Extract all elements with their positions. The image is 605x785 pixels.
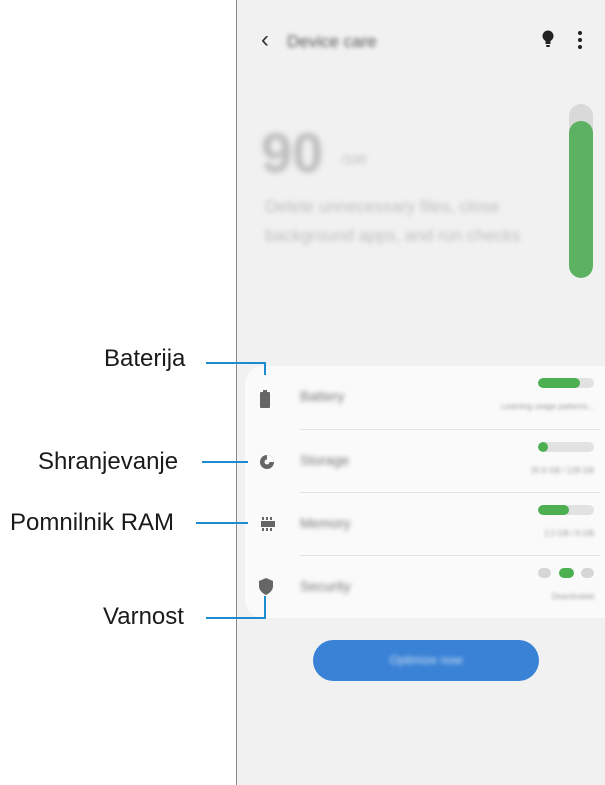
status-dot-active [559,568,574,578]
callout-security: Varnost [103,603,184,630]
lightbulb-icon[interactable] [542,30,554,48]
device-care-screen: ‹ Device care 90 /100 Delete unnecessary… [236,0,605,785]
callout-line-memory [196,522,248,524]
shield-icon [259,578,273,595]
callout-line-security-rise [264,596,266,618]
security-status: Deactivated [551,592,594,601]
score-gauge-fill [569,121,593,278]
memory-chip-icon [261,517,275,531]
list-item-memory[interactable]: Memory 2.2 GB / 6 GB [245,493,605,555]
callout-storage: Shranjevanje [38,448,179,475]
score-gauge [569,104,593,278]
callout-memory: Pomnilnik RAM [10,509,175,536]
care-score: 90 [261,121,324,184]
memory-bar [538,505,594,515]
callout-line-battery-drop [264,362,266,375]
battery-status: Learning usage patterns... [501,402,594,411]
care-items-card: Battery Learning usage patterns... Stora… [245,366,605,618]
more-options-icon[interactable] [577,30,583,50]
status-dot [538,568,551,578]
status-dot [581,568,594,578]
memory-label: Memory [300,515,351,531]
list-item-battery[interactable]: Battery Learning usage patterns... [245,366,605,428]
callout-line-storage [202,461,248,463]
page-title: Device care [287,32,377,51]
callout-battery: Baterija [104,345,186,372]
security-label: Security [300,578,351,594]
care-description: Delete unnecessary files, close backgrou… [265,197,521,245]
callout-line-security [206,617,266,619]
storage-bar-fill [538,442,548,452]
list-item-storage[interactable]: Storage 20.6 GB / 128 GB [245,430,605,492]
care-score-unit: /100 [341,152,367,167]
battery-bar [538,378,594,388]
memory-bar-fill [538,505,569,515]
battery-bar-fill [538,378,580,388]
app-bar: ‹ Device care [237,24,605,58]
storage-bar [538,442,594,452]
back-chevron-icon[interactable]: ‹ [261,28,269,52]
battery-icon [260,390,270,408]
battery-label: Battery [300,388,345,404]
optimize-now-label: Optimize now [389,653,463,667]
memory-status: 2.2 GB / 6 GB [544,529,594,538]
list-item-security[interactable]: Security Deactivated [245,556,605,618]
storage-pie-icon [260,455,274,469]
optimize-now-button[interactable]: Optimize now [313,640,539,681]
storage-status: 20.6 GB / 128 GB [530,466,594,475]
callout-line-battery [206,362,266,364]
security-status-dots [538,568,594,578]
storage-label: Storage [300,452,350,468]
